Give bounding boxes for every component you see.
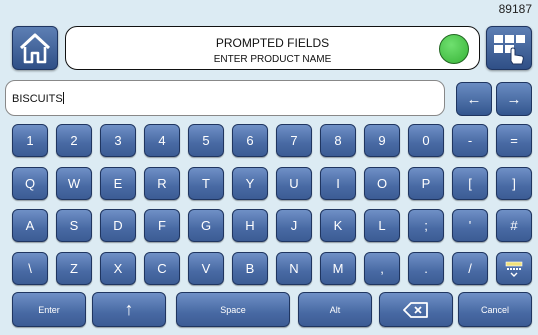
key-right-bracket[interactable]: ]	[496, 167, 532, 200]
home-button[interactable]	[12, 26, 58, 70]
key-o[interactable]: O	[364, 167, 400, 200]
key-p[interactable]: P	[408, 167, 444, 200]
keyboard-switch-button[interactable]	[496, 252, 532, 285]
key-x[interactable]: X	[100, 252, 136, 285]
key-equals[interactable]: =	[496, 124, 532, 157]
enter-button[interactable]: Enter	[12, 292, 86, 327]
key-period[interactable]: .	[408, 252, 444, 285]
key-slash[interactable]: /	[452, 252, 488, 285]
cancel-button[interactable]: Cancel	[458, 292, 532, 327]
space-button[interactable]: Space	[176, 292, 290, 327]
key-v[interactable]: V	[188, 252, 224, 285]
text-entry-field[interactable]: BISCUITS	[5, 80, 445, 116]
key-minus[interactable]: -	[452, 124, 488, 157]
key-d[interactable]: D	[100, 209, 136, 242]
cursor-right-button[interactable]: →	[496, 82, 532, 116]
arrow-left-icon: ←	[466, 90, 482, 108]
key-l[interactable]: L	[364, 209, 400, 242]
backspace-button[interactable]	[379, 292, 453, 327]
key-c[interactable]: C	[144, 252, 180, 285]
key-7[interactable]: 7	[276, 124, 312, 157]
arrow-right-icon: →	[506, 90, 522, 108]
key-0[interactable]: 0	[408, 124, 444, 157]
key-n[interactable]: N	[276, 252, 312, 285]
key-b[interactable]: B	[232, 252, 268, 285]
shift-arrow-icon: ↑	[124, 299, 134, 319]
key-8[interactable]: 8	[320, 124, 356, 157]
key-q[interactable]: Q	[12, 167, 48, 200]
key-e[interactable]: E	[100, 167, 136, 200]
shift-button[interactable]: ↑	[92, 292, 166, 327]
entry-value: BISCUITS	[12, 93, 63, 105]
key-h[interactable]: H	[232, 209, 268, 242]
key-comma[interactable]: ,	[364, 252, 400, 285]
status-indicator	[439, 34, 469, 64]
header-subtitle: ENTER PRODUCT NAME	[213, 54, 332, 65]
key-6[interactable]: 6	[232, 124, 268, 157]
menu-button[interactable]	[486, 26, 532, 70]
home-icon	[19, 33, 51, 64]
cursor-left-button[interactable]: ←	[456, 82, 492, 116]
key-backslash[interactable]: \	[12, 252, 48, 285]
key-9[interactable]: 9	[364, 124, 400, 157]
key-t[interactable]: T	[188, 167, 224, 200]
serial-number: 89187	[498, 2, 532, 16]
key-hash[interactable]: #	[496, 209, 532, 242]
alt-button[interactable]: Alt	[298, 292, 372, 327]
key-k[interactable]: K	[320, 209, 356, 242]
prompt-header: PROMPTED FIELDS ENTER PRODUCT NAME	[65, 26, 480, 70]
text-caret	[62, 92, 64, 104]
key-u[interactable]: U	[276, 167, 312, 200]
key-1[interactable]: 1	[12, 124, 48, 157]
key-4[interactable]: 4	[144, 124, 180, 157]
key-s[interactable]: S	[56, 209, 92, 242]
key-apostrophe[interactable]: '	[452, 209, 488, 242]
header-title: PROMPTED FIELDS	[215, 36, 330, 50]
keyboard-switch-icon	[505, 261, 523, 277]
key-2[interactable]: 2	[56, 124, 92, 157]
key-f[interactable]: F	[144, 209, 180, 242]
key-y[interactable]: Y	[232, 167, 268, 200]
key-a[interactable]: A	[12, 209, 48, 242]
key-3[interactable]: 3	[100, 124, 136, 157]
key-semicolon[interactable]: ;	[408, 209, 444, 242]
key-m[interactable]: M	[320, 252, 356, 285]
key-i[interactable]: I	[320, 167, 356, 200]
key-z[interactable]: Z	[56, 252, 92, 285]
key-g[interactable]: G	[188, 209, 224, 242]
key-r[interactable]: R	[144, 167, 180, 200]
key-w[interactable]: W	[56, 167, 92, 200]
backspace-icon	[403, 301, 428, 318]
key-5[interactable]: 5	[188, 124, 224, 157]
grid-menu-icon	[494, 35, 525, 65]
key-left-bracket[interactable]: [	[452, 167, 488, 200]
key-j[interactable]: J	[276, 209, 312, 242]
